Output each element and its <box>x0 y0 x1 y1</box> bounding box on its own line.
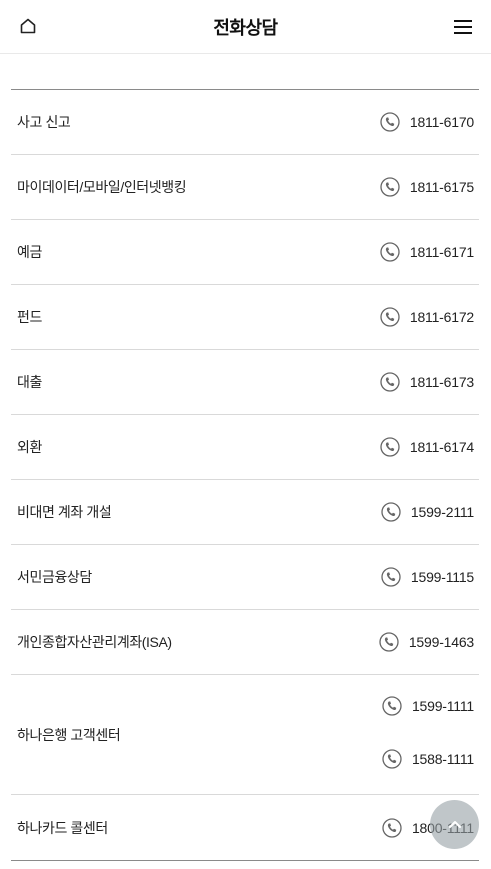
phone-number: 1599-2111 <box>410 504 474 520</box>
contact-label: 대출 <box>17 374 42 390</box>
list-item: 사고 신고 1811-6170 <box>11 90 479 155</box>
list-item: 예금 1811-6171 <box>11 220 479 285</box>
phone-number: 1811-6172 <box>409 309 474 325</box>
call-link[interactable]: 1599-1115 <box>381 567 474 587</box>
call-link[interactable]: 1811-6170 <box>380 112 474 132</box>
call-link[interactable]: 1599-2111 <box>381 502 474 522</box>
phone-number: 1811-6171 <box>409 244 474 260</box>
contact-label: 하나카드 콜센터 <box>17 819 108 836</box>
call-link[interactable]: 1811-6171 <box>380 242 474 262</box>
phone-number: 1588-1111 <box>411 751 474 767</box>
call-link[interactable]: 1599-1111 <box>382 696 474 716</box>
list-item: 비대면 계좌 개설 1599-2111 <box>11 480 479 545</box>
list-item: 펀드 1811-6172 <box>11 285 479 350</box>
call-link[interactable]: 1599-1463 <box>379 632 474 652</box>
hamburger-menu-icon <box>453 18 473 36</box>
phone-number: 1599-1111 <box>411 698 474 714</box>
contact-label: 마이데이터/모바일/인터넷뱅킹 <box>17 179 187 195</box>
phone-number: 1811-6174 <box>409 439 474 455</box>
call-link[interactable]: 1811-6173 <box>380 372 474 392</box>
contact-label: 서민금융상담 <box>17 569 92 585</box>
phone-icon <box>380 372 400 392</box>
phone-icon <box>382 749 402 769</box>
phone-number: 1811-6175 <box>409 179 474 195</box>
list-item: 개인종합자산관리계좌(ISA) 1599-1463 <box>11 610 479 675</box>
call-link[interactable]: 1811-6175 <box>380 177 474 197</box>
phone-icon <box>381 502 401 522</box>
contact-label: 펀드 <box>17 309 42 325</box>
list-item: 서민금융상담 1599-1115 <box>11 545 479 610</box>
app-header: 전화상담 <box>0 0 491 54</box>
contact-label: 예금 <box>17 244 42 260</box>
phone-number: 1811-6173 <box>409 374 474 390</box>
contact-label: 비대면 계좌 개설 <box>17 504 112 520</box>
phone-icon <box>380 307 400 327</box>
phone-number: 1811-6170 <box>409 114 474 130</box>
arrow-up-icon <box>447 817 463 833</box>
list-item: 하나은행 고객센터 1599-1111 1588-1111 <box>11 675 479 795</box>
phone-icon <box>380 177 400 197</box>
contact-label: 사고 신고 <box>17 114 71 130</box>
call-link[interactable]: 1811-6172 <box>380 307 474 327</box>
call-link[interactable]: 1811-6174 <box>380 437 474 457</box>
list-item: 대출 1811-6173 <box>11 350 479 415</box>
phone-icon <box>380 437 400 457</box>
phone-icon <box>382 817 402 838</box>
phone-icon <box>381 567 401 587</box>
phone-number: 1599-1463 <box>408 634 474 650</box>
phone-icon <box>379 632 399 652</box>
contact-list: 사고 신고 1811-6170 마이데이터/모바일/인터넷뱅킹 1811-617… <box>11 89 479 861</box>
list-item: 하나카드 콜센터 1800-1111 <box>11 795 479 860</box>
contact-label: 하나은행 고객센터 <box>17 726 121 743</box>
contact-label: 개인종합자산관리계좌(ISA) <box>17 634 172 650</box>
list-item: 외환 1811-6174 <box>11 415 479 480</box>
page-title: 전화상담 <box>213 18 278 38</box>
contact-label: 외환 <box>17 439 42 455</box>
phone-icon <box>380 112 400 132</box>
call-link[interactable]: 1588-1111 <box>382 749 474 769</box>
phone-number: 1599-1115 <box>410 569 474 585</box>
phone-icon <box>380 242 400 262</box>
scroll-top-button[interactable] <box>430 800 479 849</box>
menu-button[interactable] <box>451 14 475 40</box>
list-item: 마이데이터/모바일/인터넷뱅킹 1811-6175 <box>11 155 479 220</box>
phone-icon <box>382 696 402 716</box>
